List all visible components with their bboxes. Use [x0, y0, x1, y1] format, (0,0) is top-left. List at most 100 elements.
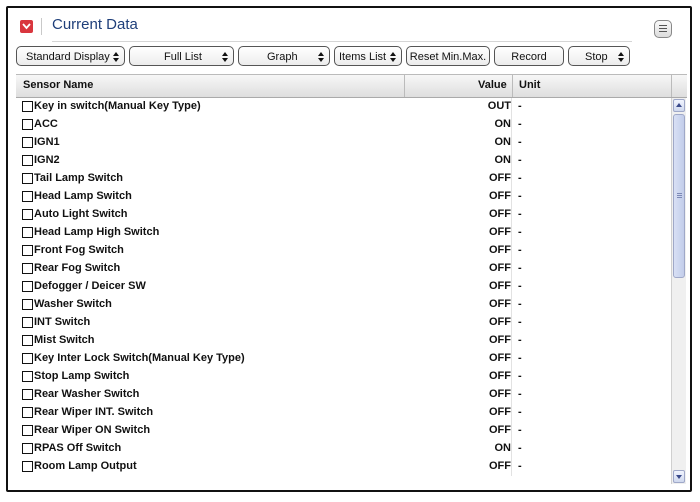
- sensor-name: Rear Wiper ON Switch: [34, 424, 151, 436]
- full-list-select[interactable]: Full List: [129, 46, 234, 66]
- sensor-unit: -: [518, 244, 522, 256]
- sensor-unit: -: [518, 208, 522, 220]
- sensor-unit: -: [518, 370, 522, 382]
- column-divider: [512, 75, 513, 97]
- sensor-name: Key Inter Lock Switch(Manual Key Type): [34, 352, 245, 364]
- table-row[interactable]: Front Fog Switch OFF -: [16, 242, 671, 260]
- table-row[interactable]: IGN1 ON -: [16, 134, 671, 152]
- table-row[interactable]: Key in switch(Manual Key Type) OUT -: [16, 98, 671, 116]
- table-row[interactable]: INT Switch OFF -: [16, 314, 671, 332]
- table-row[interactable]: Mist Switch OFF -: [16, 332, 671, 350]
- table-header: Sensor Name Value Unit: [16, 74, 687, 98]
- table-row[interactable]: Tail Lamp Switch OFF -: [16, 170, 671, 188]
- sensor-name: Front Fog Switch: [34, 244, 124, 256]
- table-row[interactable]: Defogger / Deicer SW OFF -: [16, 278, 671, 296]
- row-checkbox[interactable]: [22, 209, 33, 220]
- sensor-unit: -: [518, 298, 522, 310]
- sensor-unit: -: [518, 154, 522, 166]
- table-row[interactable]: RPAS Off Switch ON -: [16, 440, 671, 458]
- table-row[interactable]: Rear Washer Switch OFF -: [16, 386, 671, 404]
- collapse-button[interactable]: [20, 20, 33, 33]
- scroll-thumb[interactable]: [673, 114, 685, 278]
- row-checkbox[interactable]: [22, 299, 33, 310]
- sensor-name: IGN1: [34, 136, 60, 148]
- sensor-unit: -: [518, 118, 522, 130]
- table-row[interactable]: Key Inter Lock Switch(Manual Key Type) OF…: [16, 350, 671, 368]
- sensor-value: OUT: [487, 100, 511, 112]
- row-checkbox[interactable]: [22, 245, 33, 256]
- stop-select[interactable]: Stop: [568, 46, 630, 66]
- row-checkbox[interactable]: [22, 173, 33, 184]
- sensor-value: OFF: [489, 334, 511, 346]
- items-list-select[interactable]: Items List: [334, 46, 402, 66]
- vertical-scrollbar[interactable]: [671, 98, 686, 484]
- sensor-unit: -: [518, 334, 522, 346]
- row-checkbox[interactable]: [22, 353, 33, 364]
- row-checkbox[interactable]: [22, 155, 33, 166]
- column-divider: [511, 368, 512, 386]
- sensor-unit: -: [518, 100, 522, 112]
- row-checkbox[interactable]: [22, 407, 33, 418]
- column-divider: [511, 296, 512, 314]
- menu-icon[interactable]: [654, 20, 672, 38]
- sensor-value: OFF: [489, 352, 511, 364]
- sensor-value: OFF: [489, 424, 511, 436]
- row-checkbox[interactable]: [22, 335, 33, 346]
- row-checkbox[interactable]: [22, 425, 33, 436]
- row-checkbox[interactable]: [22, 389, 33, 400]
- table-row[interactable]: Head Lamp High Switch OFF -: [16, 224, 671, 242]
- scroll-up-button[interactable]: [673, 99, 685, 112]
- row-checkbox[interactable]: [22, 137, 33, 148]
- scroll-down-button[interactable]: [673, 470, 685, 483]
- table-row[interactable]: Rear Wiper ON Switch OFF -: [16, 422, 671, 440]
- sensor-unit: -: [518, 442, 522, 454]
- table-row[interactable]: Washer Switch OFF -: [16, 296, 671, 314]
- row-checkbox[interactable]: [22, 191, 33, 202]
- table-row[interactable]: Room Lamp Output OFF -: [16, 458, 671, 476]
- reset-min-max-button[interactable]: Reset Min.Max.: [406, 46, 490, 66]
- sensor-value: OFF: [489, 226, 511, 238]
- column-divider: [511, 314, 512, 332]
- row-checkbox[interactable]: [22, 443, 33, 454]
- sensor-unit: -: [518, 190, 522, 202]
- sensor-value: OFF: [489, 388, 511, 400]
- row-checkbox[interactable]: [22, 263, 33, 274]
- row-checkbox[interactable]: [22, 461, 33, 472]
- sensor-unit: -: [518, 262, 522, 274]
- sensor-name: RPAS Off Switch: [34, 442, 122, 454]
- table-row[interactable]: Head Lamp Switch OFF -: [16, 188, 671, 206]
- row-checkbox[interactable]: [22, 317, 33, 328]
- table-row[interactable]: Rear Fog Switch OFF -: [16, 260, 671, 278]
- column-divider: [511, 206, 512, 224]
- table-row[interactable]: Stop Lamp Switch OFF -: [16, 368, 671, 386]
- sensor-name: Head Lamp Switch: [34, 190, 132, 202]
- row-checkbox[interactable]: [22, 119, 33, 130]
- record-button[interactable]: Record: [494, 46, 564, 66]
- sensor-value: OFF: [489, 370, 511, 382]
- table-row[interactable]: Auto Light Switch OFF -: [16, 206, 671, 224]
- title-underline: [52, 41, 632, 42]
- column-divider: [511, 188, 512, 206]
- sensor-value: OFF: [489, 406, 511, 418]
- sensor-name: Washer Switch: [34, 298, 112, 310]
- row-checkbox[interactable]: [22, 227, 33, 238]
- column-divider: [511, 386, 512, 404]
- sensor-value: OFF: [489, 208, 511, 220]
- column-header-sensor-name[interactable]: Sensor Name: [23, 79, 93, 91]
- page-title: Current Data: [52, 16, 138, 33]
- column-header-unit[interactable]: Unit: [519, 79, 540, 91]
- standard-display-select[interactable]: Standard Display: [16, 46, 125, 66]
- table-row[interactable]: IGN2 ON -: [16, 152, 671, 170]
- graph-select[interactable]: Graph: [238, 46, 330, 66]
- row-checkbox[interactable]: [22, 101, 33, 112]
- column-divider: [511, 458, 512, 476]
- table-row[interactable]: Rear Wiper INT. Switch OFF -: [16, 404, 671, 422]
- row-checkbox[interactable]: [22, 371, 33, 382]
- sensor-unit: -: [518, 406, 522, 418]
- table-row[interactable]: ACC ON -: [16, 116, 671, 134]
- column-header-value[interactable]: Value: [478, 79, 507, 91]
- row-checkbox[interactable]: [22, 281, 33, 292]
- sensor-name: Room Lamp Output: [34, 460, 137, 472]
- column-divider: [511, 98, 512, 116]
- select-arrows-icon: [222, 52, 228, 62]
